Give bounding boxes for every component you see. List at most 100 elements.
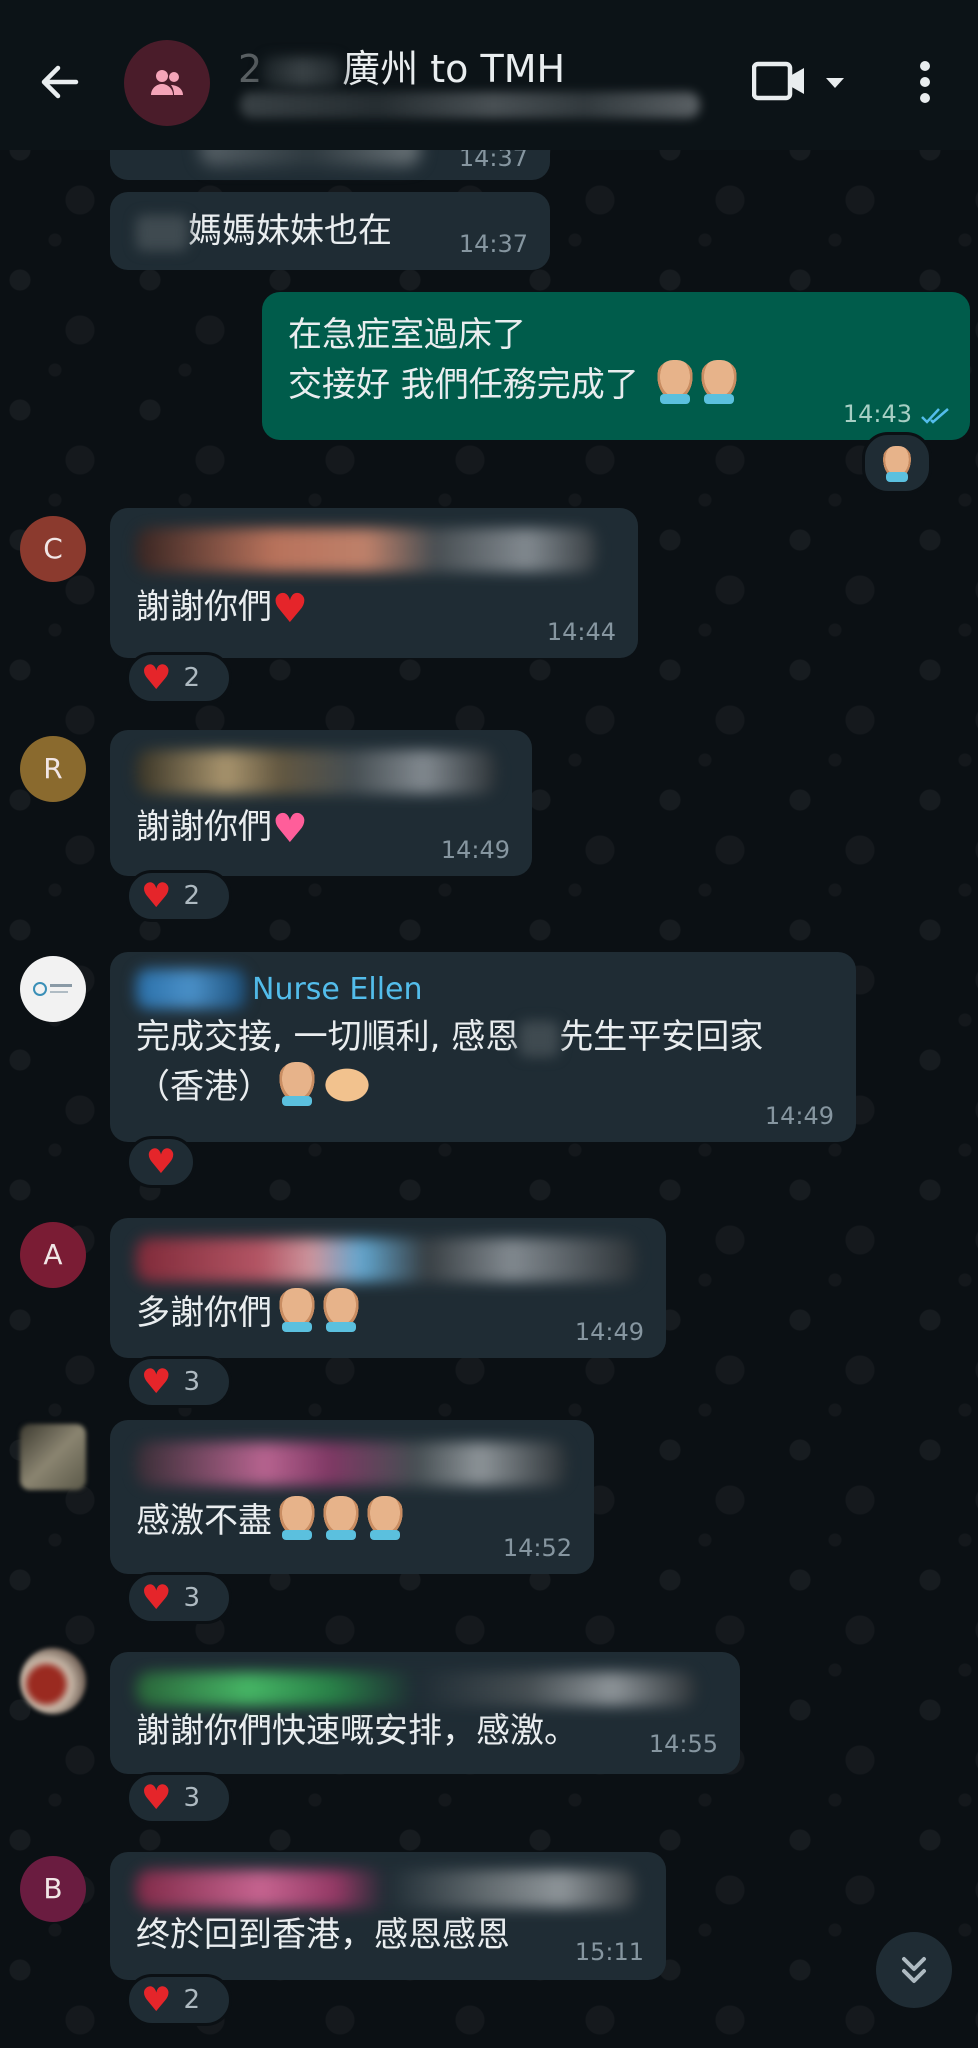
message-text-row: 謝謝你們♥ xyxy=(136,582,612,634)
redacted-blur xyxy=(262,56,343,87)
redacted-blur xyxy=(136,1442,566,1486)
chat-title[interactable]: 2 廣州 to TMH xyxy=(238,38,565,93)
outgoing-message-bubble[interactable]: 在急症室過床了 交接好 我們任務完成了 14:43 xyxy=(262,292,970,440)
group-icon xyxy=(151,70,183,95)
clinic-logo-icon xyxy=(33,982,72,996)
pray-emoji-icon xyxy=(322,1288,360,1332)
redacted-blur xyxy=(519,1020,560,1057)
chat-header: 2 廣州 to TMH xyxy=(0,0,978,150)
redacted-blur xyxy=(136,214,188,251)
message-bubble[interactable]: 多謝你們 14:49 xyxy=(110,1218,666,1358)
read-ticks-icon xyxy=(921,408,949,424)
message-text: 謝謝你們 xyxy=(136,587,272,627)
message-time: 14:49 xyxy=(440,836,510,864)
message-reaction[interactable]: ♥ xyxy=(126,1136,196,1188)
message-text: 謝謝你們快速嘅安排，感激。 xyxy=(136,1711,578,1751)
back-arrow-icon[interactable] xyxy=(30,52,90,112)
pray-emoji-icon xyxy=(322,1496,360,1540)
message-text: （香港） xyxy=(136,1067,272,1107)
message-bubble[interactable]: 謝謝你們♥ 14:49 xyxy=(110,730,532,876)
message-time: 15:11 xyxy=(574,1938,644,1966)
message-time: 14:49 xyxy=(764,1102,834,1130)
redacted-blur xyxy=(136,1870,636,1908)
message-text: 在急症室過床了 xyxy=(288,315,526,355)
message-bubble[interactable]: 终於回到香港，感恩感恩 15:11 xyxy=(110,1852,666,1980)
reaction-count: 2 xyxy=(183,663,201,693)
red-heart-icon: ♥ xyxy=(141,1362,172,1402)
sender-row: Nurse Ellen xyxy=(136,966,830,1012)
group-avatar[interactable] xyxy=(124,40,210,126)
message-reaction[interactable]: ♥ 2 xyxy=(126,870,232,922)
red-heart-icon: ♥ xyxy=(141,1778,172,1818)
red-heart-icon: ♥ xyxy=(141,658,172,698)
more-options-icon[interactable] xyxy=(918,60,932,108)
redacted-blur xyxy=(136,1672,696,1706)
avatar-image[interactable] xyxy=(20,1648,86,1714)
video-call-icon[interactable] xyxy=(751,60,808,108)
sender-name[interactable]: Nurse Ellen xyxy=(252,972,423,1007)
message-text: 交接好 我們任務完成了 xyxy=(288,365,639,405)
avatar[interactable]: C xyxy=(20,516,86,582)
pray-emoji-icon xyxy=(278,1062,316,1106)
avatar[interactable]: R xyxy=(20,736,86,802)
group-name: 廣州 to TMH xyxy=(342,47,566,91)
heart-hands-emoji xyxy=(322,1066,372,1104)
red-heart-icon: ♥ xyxy=(141,1578,172,1618)
message-text: 先生平安回家 xyxy=(559,1017,764,1057)
message-reaction[interactable]: ♥ 3 xyxy=(126,1772,232,1824)
message-reaction[interactable]: ♥ 3 xyxy=(126,1572,232,1624)
message-text: 謝謝你們 xyxy=(136,807,272,847)
message-text: 终於回到香港，感恩感恩 xyxy=(136,1915,510,1955)
message-time: 14:44 xyxy=(546,618,616,646)
red-heart-icon: ♥ xyxy=(141,1980,172,2020)
reaction-count: 3 xyxy=(183,1367,201,1397)
reaction-count: 3 xyxy=(183,1583,201,1613)
message-reaction[interactable]: ♥ 2 xyxy=(126,1974,232,2026)
message-text: 媽媽妹妹也在 xyxy=(188,211,392,251)
reaction-count: 2 xyxy=(183,881,201,911)
avatar[interactable]: B xyxy=(20,1856,86,1922)
message-reaction[interactable]: ♥ 2 xyxy=(126,652,232,704)
pray-emoji-icon xyxy=(278,1288,316,1332)
red-heart-emoji: ♥ xyxy=(272,586,308,632)
scroll-to-bottom-button[interactable] xyxy=(876,1932,952,2008)
avatar[interactable]: A xyxy=(20,1222,86,1288)
message-bubble[interactable]: 謝謝你們♥ 14:44 xyxy=(110,508,638,658)
avatar-image[interactable] xyxy=(20,956,86,1022)
message-text-row: 完成交接, 一切順利, 感恩 先生平安回家 xyxy=(136,1012,830,1062)
pink-heart-emoji: ♥ xyxy=(272,806,308,852)
reaction-count: 2 xyxy=(183,1985,201,2015)
message-reaction[interactable]: ♥ 3 xyxy=(126,1356,232,1408)
pray-emoji-icon xyxy=(699,360,738,404)
message-text: 完成交接, 一切順利, 感恩 xyxy=(136,1017,520,1057)
avatar-image[interactable] xyxy=(20,1424,86,1490)
pray-emoji-icon xyxy=(366,1496,404,1540)
message-time: 14:49 xyxy=(574,1318,644,1346)
pray-emoji-icon xyxy=(278,1496,316,1540)
message-bubble[interactable]: 感激不盡 14:52 xyxy=(110,1420,594,1574)
pray-emoji-icon xyxy=(882,446,912,482)
message-text-row: （香港） xyxy=(136,1062,830,1112)
message-time: 14:52 xyxy=(502,1534,572,1562)
message-reaction[interactable] xyxy=(862,432,932,494)
message-text-row: 多謝你們 xyxy=(136,1288,640,1338)
message-bubble[interactable]: 謝謝你們快速嘅安排，感激。 14:55 xyxy=(110,1652,740,1774)
chevron-down-icon[interactable] xyxy=(824,75,846,94)
redacted-blur xyxy=(136,750,496,794)
message-time: 14:43 xyxy=(842,400,912,428)
group-members-blurred xyxy=(240,92,700,118)
double-chevron-down-icon xyxy=(902,1957,926,1983)
message-time: 14:55 xyxy=(648,1730,718,1758)
red-heart-icon: ♥ xyxy=(141,876,172,916)
message-text: 感激不盡 xyxy=(136,1501,272,1541)
pray-emoji-icon xyxy=(655,360,694,404)
message-bubble[interactable]: 媽媽妹妹也在 14:37 xyxy=(110,192,550,270)
message-text: 多謝你們 xyxy=(136,1293,272,1333)
message-bubble[interactable]: Nurse Ellen 完成交接, 一切順利, 感恩 先生平安回家 （香港） 14… xyxy=(110,952,856,1142)
redacted-blur xyxy=(136,1238,636,1282)
reaction-count: 3 xyxy=(183,1783,201,1813)
title-prefix: 2 xyxy=(238,47,263,91)
redacted-blur xyxy=(136,528,596,572)
message-time: 14:37 xyxy=(458,230,528,258)
red-heart-icon: ♥ xyxy=(145,1142,177,1182)
